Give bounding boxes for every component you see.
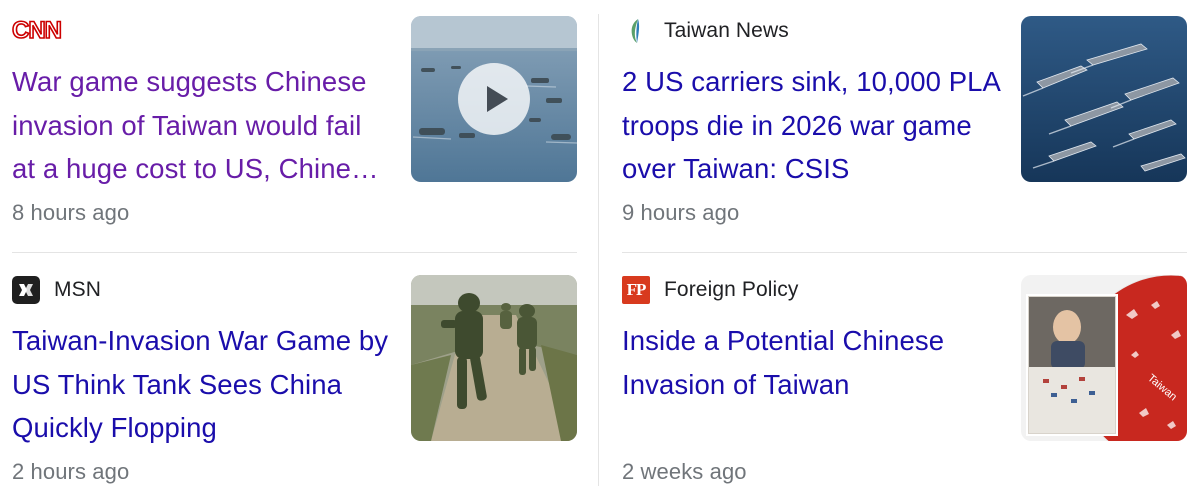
news-timestamp: 9 hours ago	[622, 200, 740, 225]
news-source-name: MSN	[54, 278, 101, 301]
row-divider	[12, 252, 577, 253]
news-card-msn[interactable]: MSN Taiwan-Invasion War Game by US Think…	[12, 273, 577, 497]
news-timestamp: 2 hours ago	[12, 459, 130, 484]
news-thumbnail[interactable]	[1021, 16, 1187, 182]
news-source-name: Foreign Policy	[664, 278, 799, 301]
news-headline[interactable]: 2 US carriers sink, 10,000 PLA troops di…	[622, 60, 1002, 191]
news-source: CNN	[11, 16, 63, 46]
war-game-board-image: Taiwan	[1021, 275, 1187, 441]
news-source: MSN	[12, 275, 101, 305]
play-icon	[486, 86, 508, 112]
news-timestamp: 2 weeks ago	[622, 459, 747, 484]
news-thumbnail[interactable]: Taiwan	[1021, 275, 1187, 441]
carrier-fleet-image	[1021, 16, 1187, 182]
news-column-left: CNN War game suggests Chinese invasion o…	[11, 0, 588, 497]
row-divider	[622, 252, 1187, 253]
news-card-taiwan-news[interactable]: Taiwan News 2 US carriers sink, 10,000 P…	[622, 14, 1187, 254]
taiwan-news-logo-icon	[622, 17, 650, 45]
news-timestamp: 8 hours ago	[12, 200, 130, 225]
cnn-logo-icon: CNN	[11, 17, 63, 44]
news-source-name: Taiwan News	[664, 19, 789, 42]
foreign-policy-logo-icon: FP	[622, 276, 650, 304]
column-divider	[598, 14, 599, 486]
news-thumbnail[interactable]	[411, 16, 577, 182]
news-source: FP Foreign Policy	[622, 275, 798, 305]
news-headline[interactable]: War game suggests Chinese invasion of Ta…	[12, 60, 392, 191]
news-headline[interactable]: Inside a Potential Chinese Invasion of T…	[622, 319, 1002, 406]
msn-logo-icon	[12, 276, 40, 304]
news-card-foreign-policy[interactable]: FP Foreign Policy Inside a Potential Chi…	[622, 273, 1187, 497]
news-thumbnail[interactable]	[411, 275, 577, 441]
soldiers-running-image	[411, 275, 577, 441]
news-headline[interactable]: Taiwan-Invasion War Game by US Think Tan…	[12, 319, 392, 450]
play-video-button[interactable]	[458, 63, 530, 135]
news-source: Taiwan News	[622, 16, 789, 46]
news-card-cnn[interactable]: CNN War game suggests Chinese invasion o…	[11, 14, 577, 254]
news-column-right: Taiwan News 2 US carriers sink, 10,000 P…	[622, 0, 1198, 497]
